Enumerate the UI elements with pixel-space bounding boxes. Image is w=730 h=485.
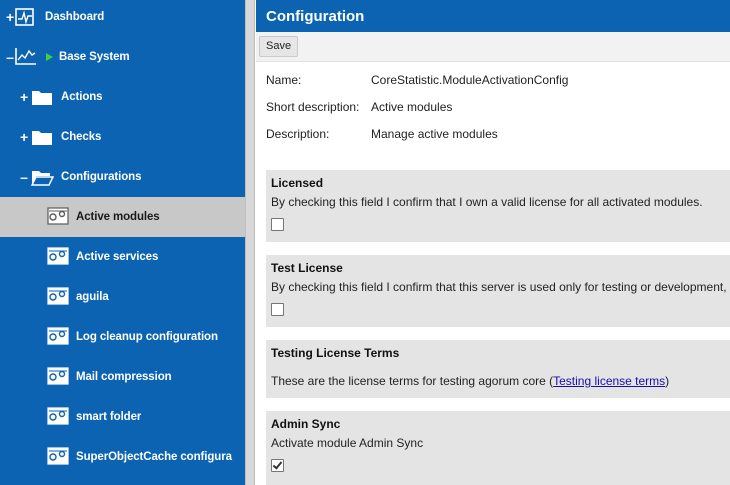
test-license-checkbox[interactable] [271, 303, 284, 316]
sidebar-item-checks[interactable]: + Checks [0, 117, 245, 157]
test-license-section: Test License By checking this field I co… [266, 255, 730, 327]
sidebar-item-dashboard[interactable]: + Dashboard [0, 0, 245, 37]
short-description-value: Active modules [371, 100, 453, 114]
active-indicator-icon [46, 53, 53, 61]
testing-license-terms-section: Testing License Terms These are the lice… [266, 340, 730, 398]
sidebar-item-base-system[interactable]: – Base System [0, 37, 245, 77]
sidebar-item-actions[interactable]: + Actions [0, 77, 245, 117]
config-icon [47, 207, 69, 225]
sidebar-item-label: Base System [59, 51, 130, 63]
config-icon [47, 287, 69, 305]
terms-text-before: These are the license terms for testing … [271, 374, 554, 388]
licensed-description: By checking this field I confirm that I … [271, 195, 703, 209]
sidebar-item-aguila[interactable]: aguila [0, 277, 245, 317]
admin-sync-description: Activate module Admin Sync [271, 436, 424, 450]
description-label: Description: [266, 127, 330, 141]
short-description-label: Short description: [266, 100, 360, 114]
configuration-panel: Configuration Save Name: CoreStatistic.M… [256, 0, 730, 485]
admin-sync-title: Admin Sync [271, 417, 341, 431]
config-icon [47, 447, 69, 465]
sidebar-item-label: SuperObjectCache configura [76, 451, 232, 463]
config-icon [47, 367, 69, 385]
sidebar-item-label: Dashboard [45, 11, 105, 23]
admin-sync-section: Admin Sync Activate module Admin Sync [266, 411, 730, 485]
testing-license-terms-link[interactable]: Testing license terms [553, 374, 665, 388]
sidebar-item-mail-compression[interactable]: Mail compression [0, 357, 245, 397]
config-icon [47, 327, 69, 345]
folder-icon [32, 91, 52, 105]
licensed-title: Licensed [271, 176, 324, 190]
expand-toggle[interactable]: + [18, 130, 30, 144]
terms-text-after: ) [665, 374, 670, 388]
page-title: Configuration [256, 0, 730, 32]
licensed-checkbox[interactable] [271, 218, 284, 231]
sidebar-item-smart-folder[interactable]: smart folder [0, 397, 245, 437]
folder-open-icon [30, 171, 54, 186]
testing-license-terms-text: These are the license terms for testing … [271, 374, 669, 388]
config-icon [47, 407, 69, 425]
folder-icon [32, 131, 52, 145]
sidebar-item-label: Log cleanup configuration [76, 331, 218, 343]
admin-sync-checkbox[interactable] [271, 459, 284, 472]
testing-license-terms-title: Testing License Terms [271, 346, 400, 360]
sidebar-item-superobjectcache[interactable]: SuperObjectCache configura [0, 437, 245, 477]
config-icon [47, 247, 69, 265]
sidebar-item-label: Actions [61, 91, 103, 103]
test-license-title: Test License [271, 261, 343, 275]
expand-toggle[interactable]: + [18, 90, 30, 104]
toolbar: Save [256, 32, 730, 62]
sidebar-item-log-cleanup[interactable]: Log cleanup configuration [0, 317, 245, 357]
description-value: Manage active modules [371, 127, 498, 141]
name-value: CoreStatistic.ModuleActivationConfig [371, 73, 569, 87]
sidebar-item-active-modules[interactable]: Active modules [0, 197, 245, 237]
sidebar-item-active-services[interactable]: Active services [0, 237, 245, 277]
sidebar-item-label: Mail compression [76, 371, 172, 383]
collapse-toggle[interactable]: – [18, 170, 30, 184]
checkmark-icon [272, 459, 283, 470]
splitter-handle[interactable] [245, 0, 255, 485]
test-license-description: By checking this field I confirm that th… [271, 280, 727, 294]
save-button[interactable]: Save [259, 36, 299, 57]
sidebar-item-label: smart folder [76, 411, 142, 423]
dashboard-icon [15, 8, 34, 26]
licensed-section: Licensed By checking this field I confir… [266, 170, 730, 242]
name-label: Name: [266, 73, 302, 87]
sidebar-item-label: Active services [76, 251, 159, 263]
sidebar-tree: + Dashboard – Base System + Actions + Ch… [0, 0, 245, 485]
sidebar-item-label: Checks [61, 131, 102, 143]
sidebar-item-label: Active modules [76, 211, 160, 223]
sidebar-item-configurations[interactable]: – Configurations [0, 157, 245, 197]
chart-icon [15, 48, 36, 65]
sidebar-item-label: aguila [76, 291, 109, 303]
sidebar-item-label: Configurations [61, 171, 142, 183]
